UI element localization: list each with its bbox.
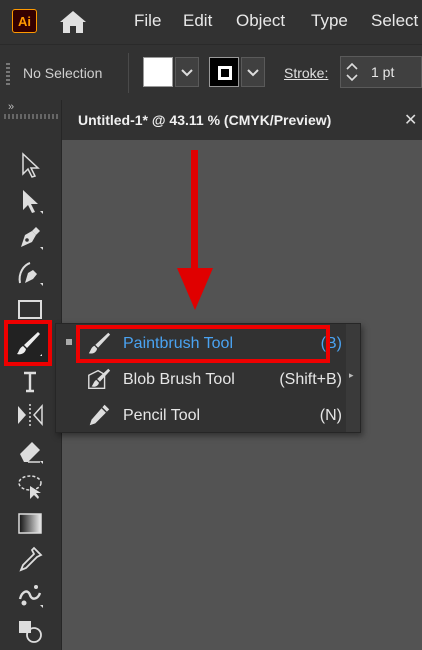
divider [128,53,129,93]
control-bar: No Selection Stroke: 1 pt [0,44,422,101]
illustrator-logo: Ai [12,9,37,33]
gradient-tool-icon [18,513,42,534]
type-tool-icon [24,371,36,393]
gradient-tool[interactable] [10,506,50,540]
flyout-item-label: Pencil Tool [123,407,201,424]
flyout-tearoff-handle[interactable] [346,324,360,432]
direct-selection-tool-icon [23,190,43,214]
flyout-item-shortcut: (Shift+B) [279,371,342,388]
eraser-tool-icon [20,442,43,464]
menu-select[interactable]: Select [371,11,418,31]
document-title: Untitled-1* @ 43.11 % (CMYK/Preview) [78,112,332,128]
flyout-item-pencil[interactable]: Pencil Tool (N) [56,399,348,433]
symbol-sprayer-tool[interactable] [10,578,50,612]
fill-dropdown-button[interactable] [175,57,199,87]
width-tool-icon [18,404,43,426]
stroke-label[interactable]: Stroke: [284,65,328,81]
direct-selection-tool[interactable] [10,184,50,218]
menu-bar: Ai File Edit Object Type Select [0,0,422,44]
pen-tool-icon [21,227,43,250]
chevron-down-icon [247,69,259,77]
flyout-item-blob-brush[interactable]: Blob Brush Tool (Shift+B) [56,363,348,397]
rectangle-tool-icon [18,300,42,319]
eyedropper-tool[interactable] [10,542,50,576]
fill-color-swatch[interactable] [143,57,173,87]
shape-builder-tool-icon [19,621,42,643]
lasso-tool-icon [18,475,42,499]
selection-tool-icon [22,152,40,178]
stepper-arrows-icon [346,62,358,82]
menu-edit[interactable]: Edit [183,11,212,31]
menu-object[interactable]: Object [236,11,285,31]
flyout-item-shortcut: (N) [319,407,342,424]
stroke-dropdown-button[interactable] [241,57,265,87]
curvature-tool[interactable] [10,256,50,290]
pen-tool[interactable] [10,220,50,254]
chevron-down-icon [181,69,193,77]
curvature-tool-icon [18,262,43,286]
symbol-sprayer-tool-icon [18,585,43,608]
stroke-weight-stepper[interactable] [340,56,364,88]
home-icon[interactable] [58,8,88,36]
menu-file[interactable]: File [134,11,161,31]
menu-type[interactable]: Type [311,11,348,31]
blob-brush-icon [88,368,111,389]
tools-panel: » [0,100,62,650]
panel-grip[interactable] [4,114,58,119]
selection-tool[interactable] [10,148,50,182]
selection-status: No Selection [23,65,103,81]
close-icon[interactable]: ✕ [404,110,417,130]
paintbrush-tool-icon [17,332,42,356]
stroke-weight-input[interactable]: 1 pt [363,56,422,88]
pencil-icon [89,404,110,426]
paintbrush-tool[interactable] [4,320,52,366]
flyout-item-label: Blob Brush Tool [123,371,235,388]
width-tool[interactable] [10,398,50,432]
type-tool[interactable] [10,366,50,400]
document-tab[interactable]: Untitled-1* @ 43.11 % (CMYK/Preview) ✕ [62,100,422,140]
collapse-panel-icon[interactable]: » [8,101,14,113]
control-bar-grip[interactable] [6,63,10,85]
eyedropper-tool-icon [19,546,43,572]
eraser-tool[interactable] [10,434,50,468]
annotation-highlight-box [76,325,330,363]
shape-builder-tool[interactable] [10,614,50,648]
annotation-arrow-icon [177,150,213,310]
stroke-color-swatch[interactable] [209,57,239,87]
lasso-tool[interactable] [10,470,50,504]
